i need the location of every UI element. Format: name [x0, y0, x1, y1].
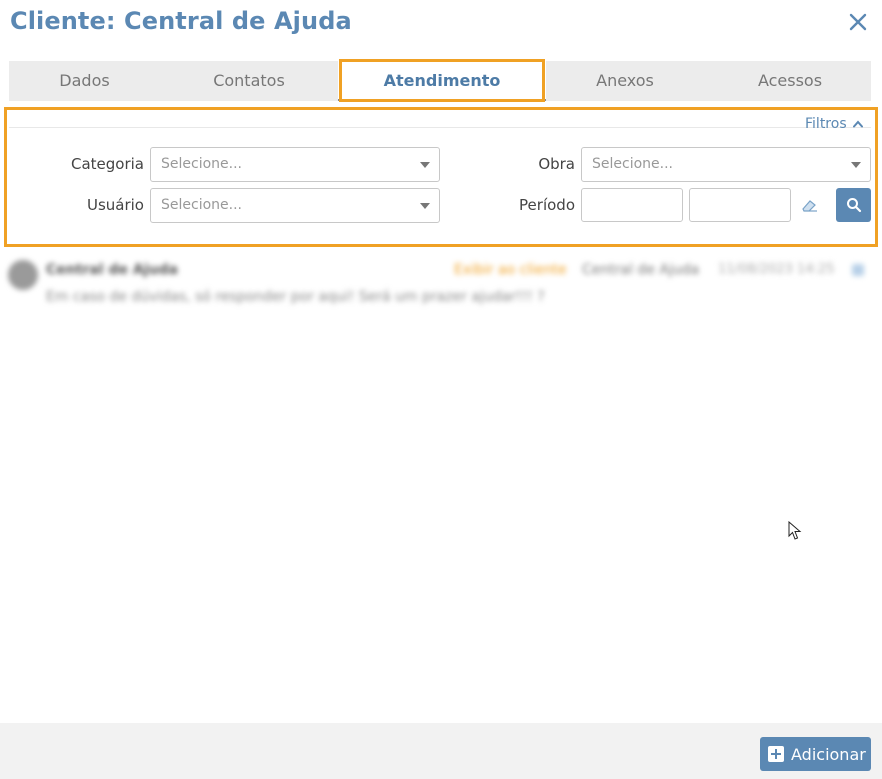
- plus-square-icon: [768, 746, 784, 762]
- eraser-icon: [802, 200, 817, 212]
- mouse-cursor-icon: [788, 521, 802, 540]
- modal-title: Cliente: Central de Ajuda: [10, 7, 352, 35]
- obra-select[interactable]: Selecione...: [581, 147, 871, 182]
- periodo-label: Período: [519, 196, 575, 214]
- edit-icon[interactable]: [852, 264, 864, 276]
- message-recipient: Central de Ajuda: [582, 262, 700, 278]
- usuario-select[interactable]: Selecione...: [150, 188, 440, 223]
- tab-contatos[interactable]: Contatos: [166, 61, 332, 101]
- obra-label: Obra: [538, 155, 575, 173]
- message-visibility-tag: Exibir ao cliente: [454, 262, 567, 278]
- tab-acessos[interactable]: Acessos: [709, 61, 871, 101]
- message-author: Central de Ajuda: [46, 262, 178, 278]
- tab-dados[interactable]: Dados: [9, 61, 160, 101]
- filters-toggle[interactable]: Filtros: [805, 116, 863, 132]
- add-button-label: Adicionar: [791, 744, 866, 764]
- add-button[interactable]: Adicionar: [760, 737, 871, 771]
- categoria-label: Categoria: [70, 155, 144, 173]
- message-timestamp: 11/08/2023 14:25: [718, 262, 835, 277]
- tab-atendimento[interactable]: Atendimento: [338, 61, 546, 101]
- categoria-select[interactable]: Selecione...: [150, 147, 440, 182]
- clear-period-button[interactable]: [801, 197, 819, 213]
- search-button[interactable]: [836, 188, 871, 222]
- chevron-down-icon: [420, 162, 430, 168]
- chevron-down-icon: [851, 162, 861, 168]
- periodo-start-input[interactable]: [581, 188, 683, 222]
- message-item[interactable]: Central de Ajuda Exibir ao cliente Centr…: [8, 258, 874, 310]
- message-text: Em caso de dúvidas, só responder por aqu…: [46, 289, 545, 305]
- usuario-placeholder: Selecione...: [161, 197, 242, 213]
- tab-anexos[interactable]: Anexos: [546, 61, 704, 101]
- usuario-label: Usuário: [86, 196, 144, 214]
- chevron-down-icon: [420, 203, 430, 209]
- search-icon: [846, 198, 861, 213]
- tab-bar: Dados Contatos Atendimento Anexos Acesso…: [9, 61, 871, 101]
- modal-footer: [0, 723, 882, 779]
- categoria-placeholder: Selecione...: [161, 156, 242, 172]
- filters-toggle-label: Filtros: [805, 116, 847, 132]
- chevron-up-icon: [852, 120, 863, 128]
- filters-divider: [9, 127, 871, 128]
- close-icon: [849, 13, 867, 31]
- obra-placeholder: Selecione...: [592, 156, 673, 172]
- close-button[interactable]: [846, 10, 870, 34]
- avatar: [8, 260, 38, 290]
- periodo-end-input[interactable]: [689, 188, 791, 222]
